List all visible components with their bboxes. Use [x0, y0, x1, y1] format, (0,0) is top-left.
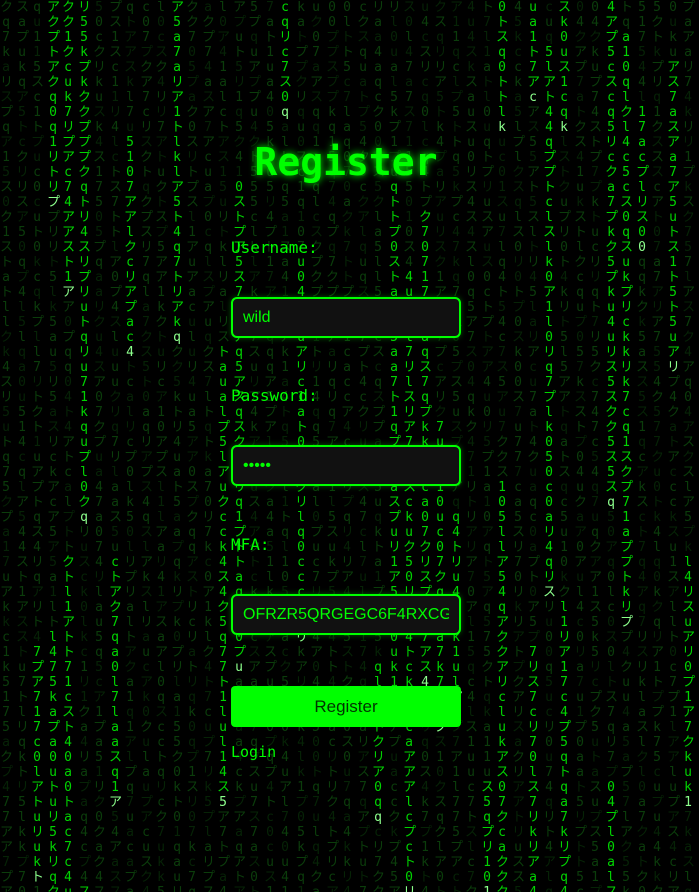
rain-column: q ト ア ア ス k l 7 u 5 1 0 7 ア ア l ク c リ ア …: [124, 0, 138, 892]
rain-column: プ ス 1 ス c 1 1 リ 4 l c ト ス 7 ト ト l ア 0 プ …: [109, 0, 123, 892]
mfa-label: MFA:: [231, 535, 270, 554]
rain-column: 4 5 k c c k a 5 l プ l ク ス q l ス 0 リ 0 ト …: [512, 0, 526, 892]
rain-column: 0 4 ク k u プ 7 4 ス ト プ 7 プ k ト u c リ リ q …: [589, 0, 603, 892]
rain-column: l 0 c ス ク 4 リ リ 7 ア ト u ク ト ス プ 5 ア ア 1 …: [155, 0, 169, 892]
rain-column: 4 ア プ 5 c ス c q 5 リ c ク a 7 プ k ク 5 プ k …: [605, 0, 619, 892]
rain-column: a ク プ 7 4 a ス ア 7 ア c u a プ 0 c q l ス プ …: [202, 0, 216, 892]
rain-column: ク ク 7 0 5 プ a ク 0 ス リ ト プ ス l 1 ア u ア a …: [186, 0, 200, 892]
page-title: Register: [254, 140, 438, 184]
rain-column: 5 1 7 5 4 4 l 1 7 a c プ l リ ス 0 0 q q k …: [636, 0, 650, 892]
rain-column: ア ク プ ト ア ク q 0 q 1 リ ト リ プ プ リ リ ト 5 l …: [47, 0, 61, 892]
rain-column: l 0 ア 4 1 a l c ト ア ス 1 5 u リ ト k l リ a …: [217, 0, 231, 892]
rain-column: q u 1 1 5 ス c 1 ト プ u c 0 c u ト 0 k c q …: [31, 0, 45, 892]
rain-column: ト q a 1 0 q l ク l 4 c 5 c ス 0 q ス u k プ …: [620, 0, 634, 892]
rain-column: 5 ク ト k プ リ q 1 ク ス ス ス c ア ト 0 7 a 7 ア …: [651, 0, 665, 892]
rain-column: c 0 7 プ ク ア 7 c リ ス ク ト q ク プ ス リ 7 q l …: [140, 0, 154, 892]
register-button[interactable]: Register: [231, 686, 461, 727]
mfa-input[interactable]: [231, 594, 461, 635]
password-label: Password:: [231, 386, 318, 405]
rain-column: ス a プ u k q ア 5 ト c ク リ リ ス ア 5 0 q プ 4 …: [16, 0, 30, 892]
password-input[interactable]: [231, 445, 461, 486]
login-link[interactable]: Login: [231, 743, 276, 761]
rain-column: ク ク 1 ク c u k 7 リ プ ア c 7 4 ア ア ス ト 1 ア …: [62, 0, 76, 892]
rain-column: c u q 5 l ア ト 4 4 q プ プ ト c l ス l k 0 ア …: [543, 0, 557, 892]
rain-column: ト 7 l 1 a ト l 0 u q ト プ リ u ス ア u ス 0 c …: [481, 0, 495, 892]
rain-column: 0 ト ス q 0 ト ト l k u c 0 1 ス u 7 l q 4 ト …: [496, 0, 510, 892]
username-input[interactable]: [231, 297, 461, 338]
rain-column: u a 1 ト 7 ア c ア ス 5 5 ア ト 5 ス l ト リ 4 5 …: [527, 0, 541, 892]
rain-column: 0 u k u ア ス 7 a ス ア a 7 ア 5 u ト ス 1 ト 5 …: [667, 0, 681, 892]
rain-column: リ 5 5 k プ k ク ク プ プ プ ク q ト リ 4 ス リ プ リ …: [78, 0, 92, 892]
rain-column: 5 0 c ク リ k u ス k 4 ス 1 7 5 0 5 プ q a a …: [93, 0, 107, 892]
rain-column: ア 5 a 7 a リ ア 1 ト l k l ア 5 ト 4 q 7 ト リ …: [171, 0, 185, 892]
rain-column: プ a ア a リ 7 4 k リ リ 1 プ k ス ク 7 5 7 l ア …: [682, 0, 696, 892]
rain-column: 0 4 ク ア プ 7 a ト ク ス 4 1 u k ス ト l ク c q …: [574, 0, 588, 892]
username-label: Username:: [231, 238, 318, 257]
rain-column: ス k 0 u ス 1 c q k l ス ト ク u プ リ 0 ト 4 k …: [558, 0, 572, 892]
rain-column: 4 u 4 ス k ス a u ス u 0 リ ス 4 ス 4 ス l 0 q …: [465, 0, 479, 892]
rain-column: ク q 7 k a リ ス プ q ア 1 5 ス 0 ク 1 ス ト a ト …: [0, 0, 14, 892]
